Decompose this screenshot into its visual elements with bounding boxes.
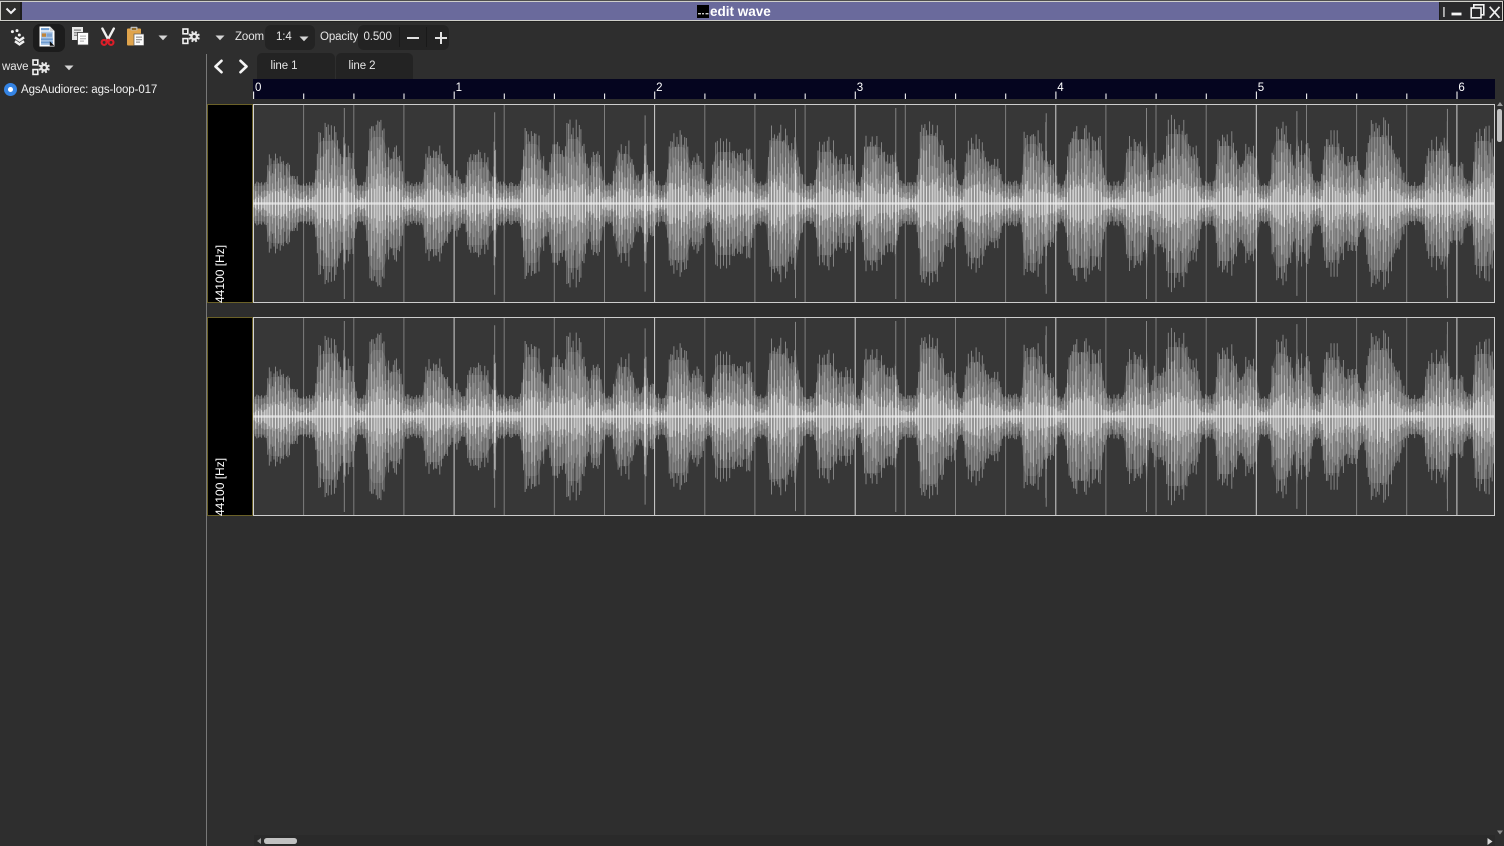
svg-text:0: 0: [255, 82, 261, 94]
svg-text:1: 1: [456, 82, 462, 94]
svg-text:6: 6: [1458, 82, 1464, 94]
svg-text:4: 4: [1057, 82, 1064, 94]
svg-text:3: 3: [857, 82, 863, 94]
svg-text:2: 2: [656, 82, 662, 94]
svg-text:5: 5: [1258, 82, 1264, 94]
